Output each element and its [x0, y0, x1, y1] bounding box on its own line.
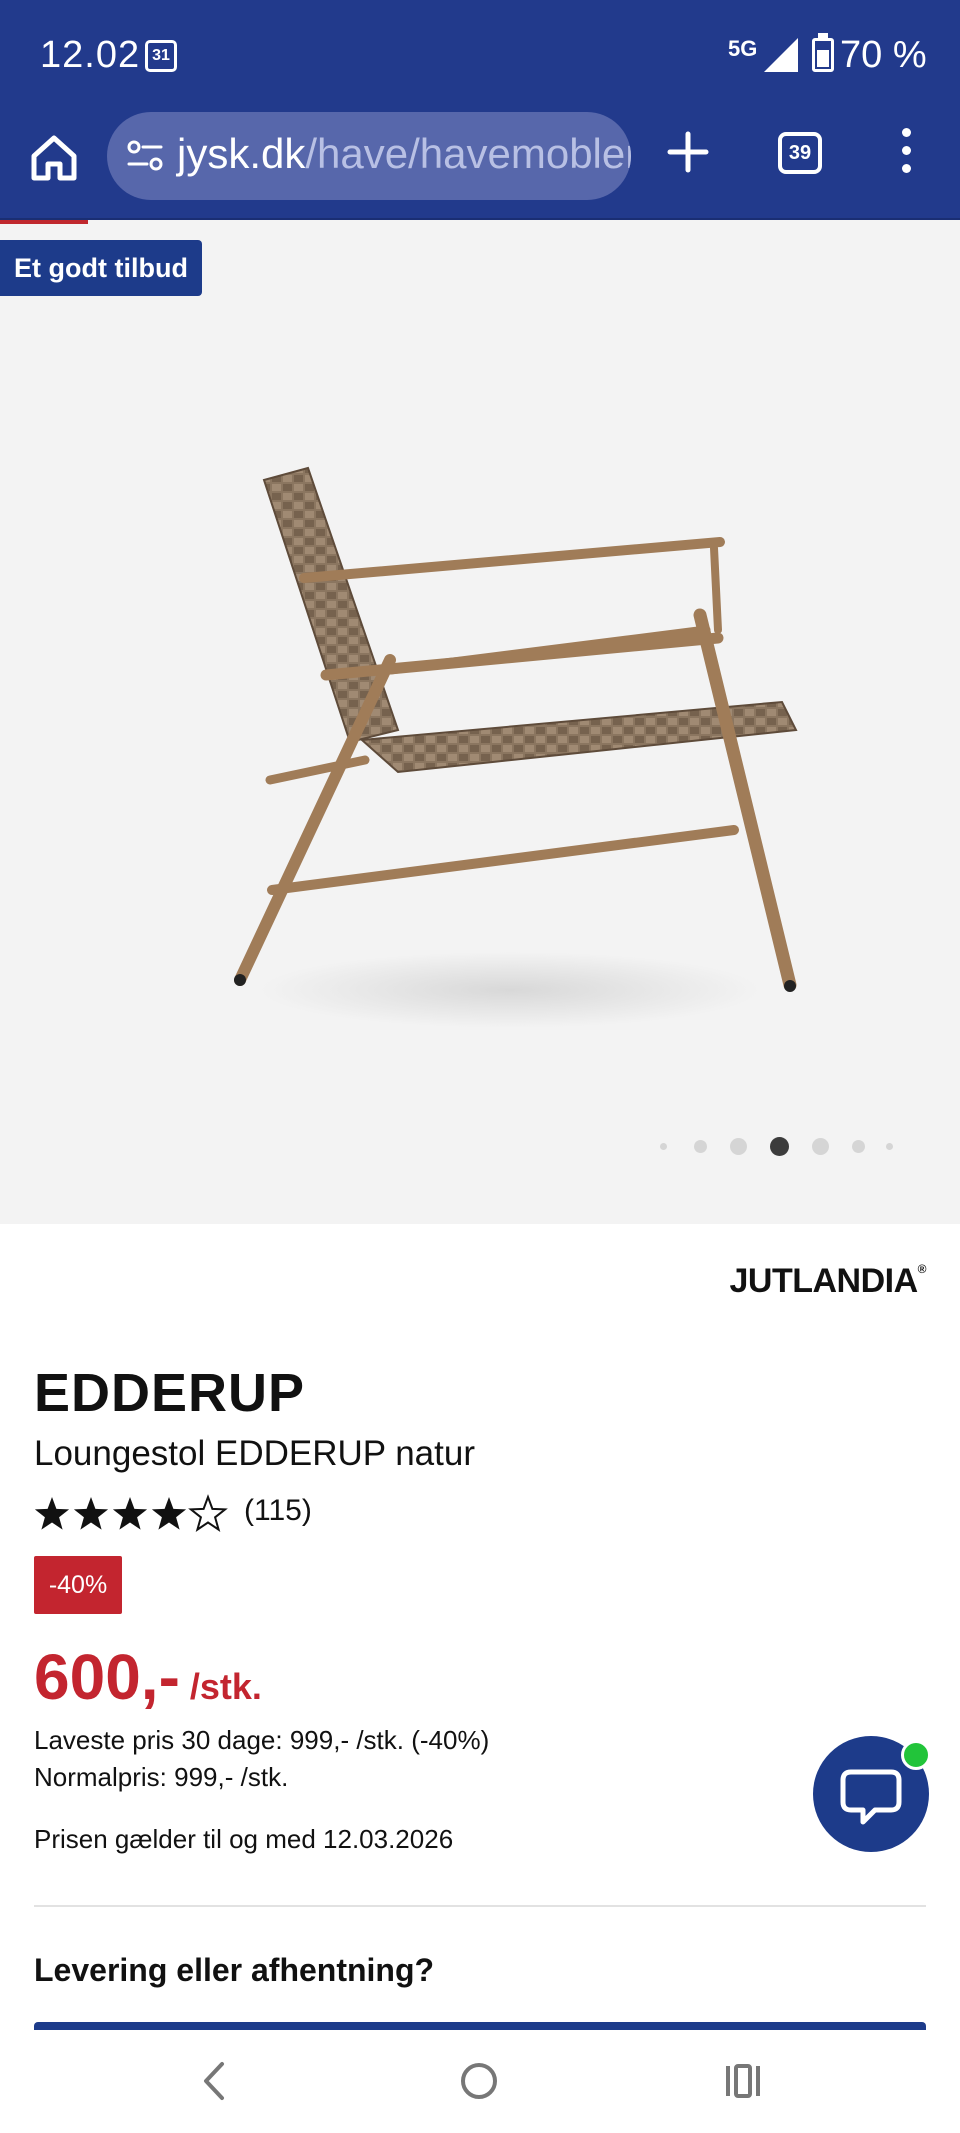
divider [34, 1905, 926, 1907]
star-rating-icon [34, 1494, 228, 1532]
battery-icon [812, 33, 834, 72]
url-text[interactable]: jysk.dk/have/havemobler [177, 130, 631, 178]
product-image[interactable] [150, 330, 850, 1110]
recents-icon[interactable] [722, 2060, 764, 2102]
gallery-dot[interactable] [886, 1143, 893, 1150]
gallery-dot[interactable] [852, 1140, 865, 1153]
product-gallery[interactable]: Et godt tilbud [0, 220, 960, 1224]
gallery-dot[interactable] [694, 1140, 707, 1153]
star-filled-icon [112, 1497, 148, 1530]
star-filled-icon [73, 1497, 109, 1530]
price-unit: /stk. [189, 1666, 262, 1707]
discount-badge: -40% [34, 1556, 122, 1614]
url-path: /have/havemobler [305, 130, 631, 177]
network-type: 5G [728, 36, 758, 61]
system-nav-bar [0, 2030, 960, 2133]
star-filled-icon [151, 1497, 187, 1530]
delivery-selector-top[interactable] [34, 2022, 926, 2030]
site-settings-icon[interactable] [125, 136, 165, 176]
price-amount: 600,- [34, 1641, 180, 1713]
url-domain: jysk.dk [177, 130, 306, 177]
back-icon[interactable] [196, 2058, 232, 2104]
promo-badge: Et godt tilbud [0, 240, 202, 296]
plus-icon[interactable] [664, 128, 712, 176]
signal-icon [764, 38, 798, 72]
brand-name: JUTLANDIA [729, 1262, 918, 1300]
chat-button[interactable] [813, 1736, 931, 1852]
gallery-dot[interactable] [660, 1143, 667, 1150]
home-icon[interactable] [26, 130, 82, 186]
product-title: EDDERUP [34, 1363, 306, 1423]
tabs-icon[interactable]: 39 [778, 132, 822, 174]
review-count[interactable]: (115) [244, 1494, 312, 1528]
star-empty-icon [188, 1494, 228, 1532]
gallery-dot[interactable] [730, 1138, 747, 1155]
address-bar[interactable]: jysk.dk/have/havemobler [107, 112, 631, 200]
price-valid-info: Prisen gælder til og med 12.03.2026 [34, 1824, 454, 1854]
browser-toolbar: jysk.dk/have/havemobler 39 [0, 112, 960, 220]
delivery-heading: Levering eller afhentning? [34, 1952, 435, 1988]
home-nav-icon[interactable] [458, 2060, 500, 2102]
registered-mark: ® [917, 1262, 927, 1276]
brand-logo[interactable]: JUTLANDIA® [729, 1262, 926, 1301]
more-vert-icon[interactable] [896, 128, 916, 180]
product-subtitle: Loungestol EDDERUP natur [34, 1434, 475, 1473]
lowest-price-info: Laveste pris 30 dage: 999,- /stk. (-40%) [34, 1725, 490, 1755]
price: 600,-/stk. [34, 1640, 262, 1714]
star-filled-icon [34, 1497, 70, 1530]
sale-strip [0, 220, 88, 224]
calendar-icon: 31 [145, 40, 177, 72]
status-bar: 12.02 31 5G 70 % [0, 0, 960, 112]
status-time: 12.02 [40, 34, 141, 76]
gallery-dot-active[interactable] [770, 1137, 789, 1156]
gallery-dot[interactable] [812, 1138, 829, 1155]
battery-percent: 70 % [840, 34, 927, 76]
normal-price-info: Normalpris: 999,- /stk. [34, 1762, 289, 1792]
online-indicator [901, 1740, 931, 1770]
